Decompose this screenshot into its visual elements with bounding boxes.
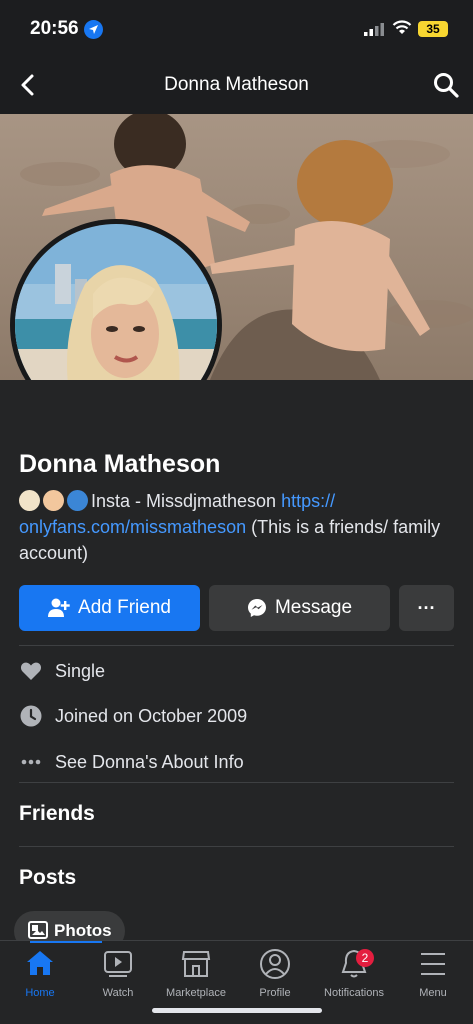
divider [19, 846, 454, 847]
search-icon[interactable] [432, 71, 460, 99]
posts-heading: Posts [19, 866, 77, 889]
tab-home-label: Home [25, 987, 55, 999]
heart-icon [19, 659, 43, 683]
add-friend-label: Add Friend [78, 597, 171, 618]
message-button[interactable]: Message [209, 585, 390, 631]
photos-label: Photos [54, 921, 112, 940]
battery-icon: 35 [418, 21, 448, 37]
divider [19, 782, 454, 783]
clock-icon [19, 704, 43, 728]
tab-watch[interactable]: Watch [78, 947, 158, 999]
globe-emoji-icon [67, 490, 88, 511]
message-label: Message [274, 597, 353, 618]
tab-home[interactable]: Home [0, 947, 80, 999]
profile-name: Donna Matheson [19, 450, 221, 478]
add-person-icon [48, 598, 70, 617]
cellular-signal-icon [364, 23, 384, 36]
more-options-button[interactable]: ··· [399, 585, 454, 631]
divider [19, 645, 454, 646]
tab-menu-label: Menu [419, 987, 447, 999]
joined-row: Joined on October 2009 [19, 703, 247, 729]
location-arrow-icon [84, 20, 103, 39]
status-time: 20:56 [30, 18, 79, 39]
home-icon [27, 951, 53, 975]
notification-badge: 2 [356, 949, 374, 967]
active-tab-indicator [30, 941, 102, 943]
tab-watch-label: Watch [102, 987, 134, 999]
nav-title: Donna Matheson [164, 74, 309, 95]
photos-icon [28, 921, 48, 939]
marketplace-icon [181, 951, 211, 977]
status-bar: 20:56 35 [0, 0, 473, 58]
dog-face-emoji-icon [19, 490, 40, 511]
friends-heading[interactable]: Friends [19, 802, 95, 826]
add-friend-button[interactable]: Add Friend [19, 585, 200, 631]
watch-video-icon [104, 951, 132, 977]
bio-text: Insta - Missdjmatheson [91, 491, 282, 511]
profile-icon [260, 949, 290, 979]
tab-notifications-label: Notifications [324, 987, 384, 999]
tab-marketplace-label: Marketplace [166, 987, 226, 999]
home-indicator-bar [152, 1008, 322, 1013]
tab-profile-label: Profile [259, 987, 291, 999]
tab-notifications[interactable]: 2 Notifications [314, 947, 394, 999]
messenger-icon [247, 599, 266, 617]
baby-face-emoji-icon [43, 490, 64, 511]
wifi-icon [392, 20, 412, 34]
nav-bar: Donna Matheson [0, 58, 473, 114]
relationship-text: Single [55, 660, 106, 681]
tab-marketplace[interactable]: Marketplace [156, 947, 236, 999]
relationship-row: Single [19, 658, 105, 684]
ellipsis-icon [19, 750, 43, 774]
menu-hamburger-icon [421, 953, 445, 975]
joined-text: Joined on October 2009 [55, 705, 248, 726]
tab-profile[interactable]: Profile [235, 947, 315, 999]
about-info-text: See Donna's About Info [55, 751, 244, 772]
tab-menu[interactable]: Menu [393, 947, 473, 999]
about-info-row[interactable]: See Donna's About Info [19, 749, 244, 775]
profile-bio: Insta - Missdjmatheson https://​onlyfans… [19, 488, 459, 566]
more-dots-icon: ··· [417, 597, 436, 618]
profile-body: Donna Matheson Insta - Missdjmatheson ht… [0, 380, 473, 951]
